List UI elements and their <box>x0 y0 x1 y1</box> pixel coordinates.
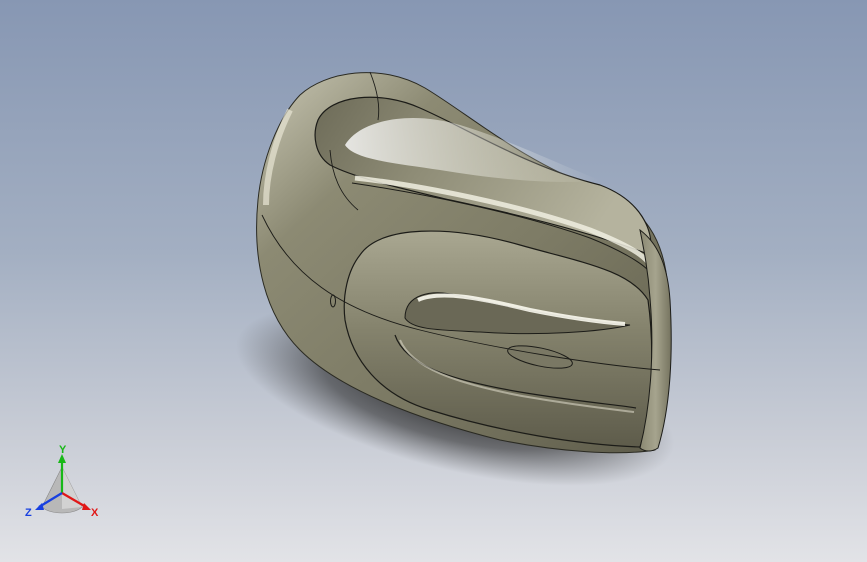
view-orientation-triad[interactable]: Y X Z <box>22 445 108 525</box>
y-axis-label: Y <box>59 445 67 456</box>
3d-model-mouse-shell[interactable] <box>0 0 867 562</box>
z-axis-label: Z <box>25 507 32 519</box>
x-axis-label: X <box>91 507 99 519</box>
x-axis-arrow <box>82 503 91 510</box>
graphics-viewport[interactable]: Y X Z <box>0 0 867 562</box>
